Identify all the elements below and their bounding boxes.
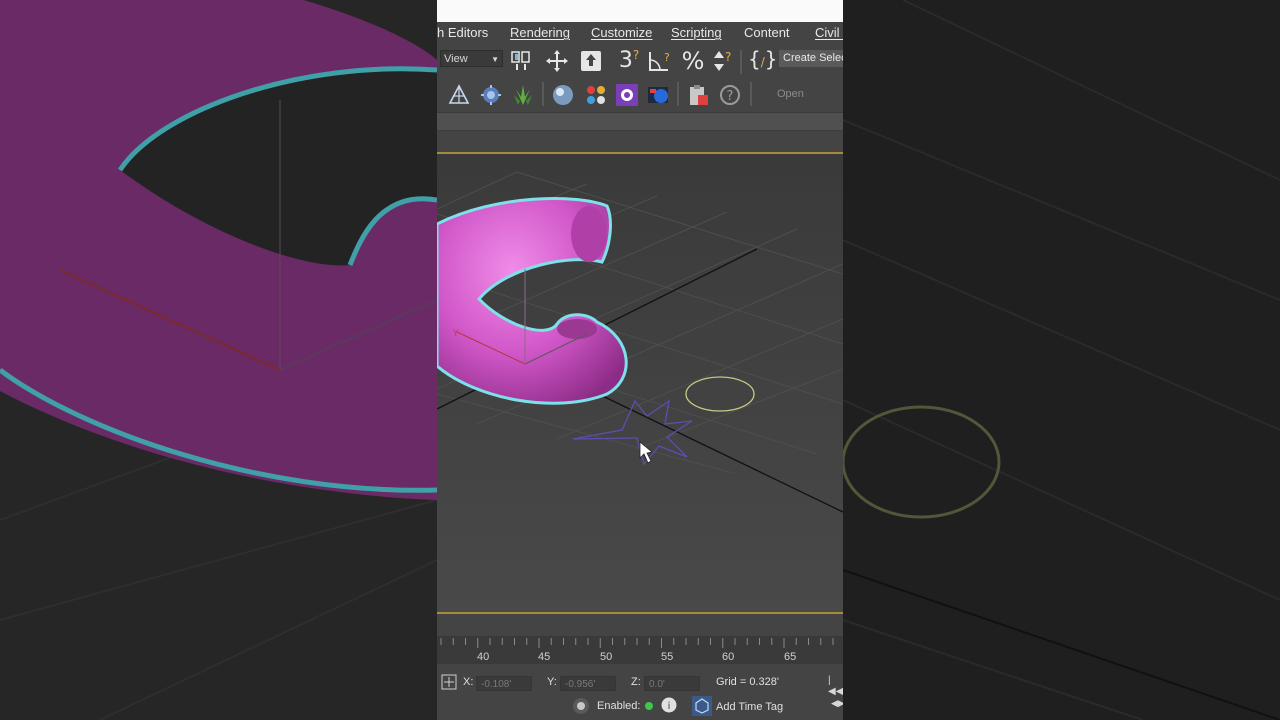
tick-label: 60 <box>722 651 735 663</box>
sphere-render-icon[interactable] <box>551 83 575 107</box>
help-icon[interactable]: ? <box>718 83 742 107</box>
spinner-snap-icon[interactable]: ? <box>711 49 735 73</box>
tick-label: 50 <box>600 651 613 663</box>
ribbon-strip <box>437 113 843 131</box>
time-tag-icon[interactable] <box>692 696 712 716</box>
window-top-strip <box>437 0 843 22</box>
percent-snap-icon[interactable]: % <box>679 47 707 75</box>
menu-item-graph-editors[interactable]: h Editors <box>437 25 488 40</box>
menu-item-rendering[interactable]: Rendering <box>510 25 570 40</box>
place-icon[interactable] <box>579 49 603 73</box>
toolbar-separator <box>677 82 679 106</box>
track-bar-ticks <box>440 638 834 648</box>
blurred-backdrop-left <box>0 0 437 720</box>
clipboard-icon[interactable] <box>686 83 710 107</box>
menu-bar: h Editors Rendering Customize Scripting … <box>437 22 843 44</box>
absolute-mode-icon[interactable] <box>441 674 457 690</box>
z-coord-field[interactable]: 0.0' <box>644 676 700 691</box>
tick-label: 55 <box>661 651 674 663</box>
backdrop-right-art <box>843 0 1280 720</box>
track-bar[interactable]: 40 45 50 55 60 65 <box>437 636 843 664</box>
grid-size-readout: Grid = 0.328' <box>716 676 779 688</box>
viewport-label-area <box>437 131 843 152</box>
svg-text:i: i <box>668 701 671 712</box>
foliage-icon[interactable] <box>512 83 534 107</box>
enabled-status-dot <box>645 702 653 710</box>
svg-text:Y: Y <box>452 329 459 339</box>
toolbar-separator <box>750 82 752 106</box>
chevron-down-icon: ▼ <box>491 55 499 64</box>
key-nav-icon[interactable]: ◀▶ <box>831 698 843 709</box>
tick-label: 40 <box>477 651 490 663</box>
viewport-bottom-area <box>437 614 843 636</box>
blurred-backdrop-right <box>843 0 1280 720</box>
max-app-window: h Editors Rendering Customize Scripting … <box>437 0 843 720</box>
menu-item-customize[interactable]: Customize <box>591 25 652 40</box>
angle-snap-icon[interactable]: ? <box>647 49 673 73</box>
backdrop-left-art <box>0 0 437 720</box>
material-icon[interactable] <box>480 84 502 106</box>
render-setup-icon[interactable] <box>615 83 639 107</box>
reference-coord-value: View <box>444 53 468 65</box>
schematic-icon[interactable] <box>448 84 470 106</box>
reference-coord-dropdown[interactable]: View ▼ <box>440 50 503 67</box>
secondary-toolbar: ? Open <box>437 76 843 113</box>
viewport-scene: Y <box>437 154 843 612</box>
open-button[interactable]: Open <box>777 88 804 100</box>
perspective-viewport[interactable]: Y <box>437 152 843 614</box>
menu-item-scripting[interactable]: Scripting <box>671 25 722 40</box>
material-editor-icon[interactable] <box>584 83 608 107</box>
svg-text:?: ? <box>727 89 734 104</box>
tick-label: 65 <box>784 651 797 663</box>
menu-item-civil-view[interactable]: Civil V <box>815 25 843 40</box>
svg-text:?: ? <box>725 50 731 64</box>
x-label: X: <box>463 676 474 688</box>
render-frame-icon[interactable] <box>647 83 671 107</box>
svg-text:?: ? <box>664 51 670 64</box>
z-label: Z: <box>631 676 641 688</box>
adaptive-degradation-icon[interactable] <box>572 697 590 715</box>
status-bar: X: -0.108' Y: -0.956' Z: 0.0' Grid = 0.3… <box>437 664 843 720</box>
main-toolbar: View ▼ 3? ? % ? {/} Create Selec <box>437 44 843 76</box>
enabled-label: Enabled: <box>597 700 641 712</box>
menu-item-content[interactable]: Content <box>744 25 790 40</box>
go-to-start-icon[interactable]: |◀◀ <box>828 675 843 697</box>
move-icon[interactable] <box>545 49 569 73</box>
tick-label: 45 <box>538 651 551 663</box>
x-coord-field[interactable]: -0.108' <box>476 676 532 691</box>
select-link-icon[interactable] <box>509 48 533 72</box>
curly-braces-icon[interactable]: {/} <box>748 47 778 71</box>
create-selection-set-field[interactable]: Create Selec <box>779 50 843 67</box>
snaps-3-icon[interactable]: 3? <box>614 48 644 73</box>
y-coord-field[interactable]: -0.956' <box>560 676 616 691</box>
info-icon[interactable]: i <box>661 697 677 713</box>
y-label: Y: <box>547 676 557 688</box>
toolbar-separator <box>740 50 742 74</box>
add-time-tag-button[interactable]: Add Time Tag <box>716 701 783 713</box>
toolbar-separator <box>542 82 544 106</box>
